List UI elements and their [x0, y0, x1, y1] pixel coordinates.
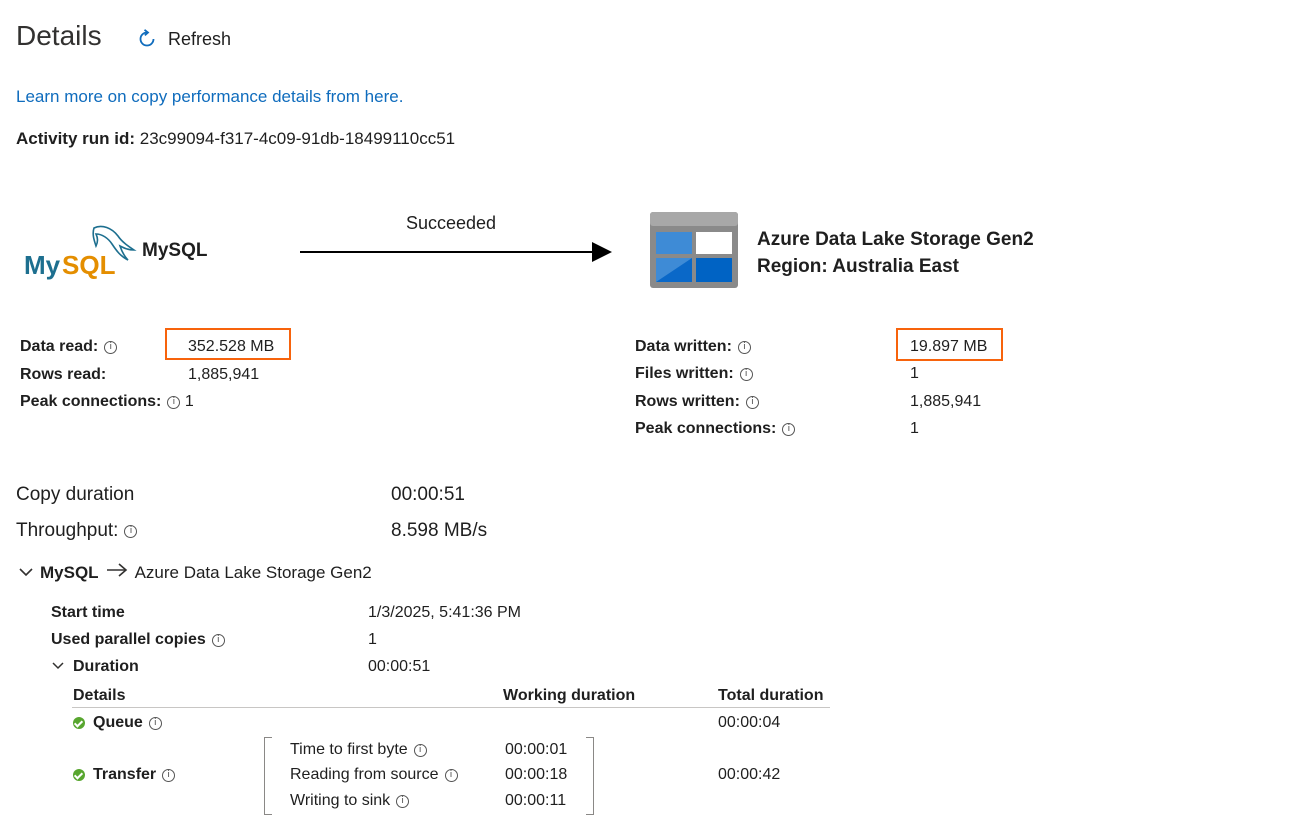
refresh-label: Refresh	[168, 28, 232, 49]
duration-label: Duration	[73, 658, 139, 675]
duration-value: 00:00:51	[368, 658, 431, 675]
data-written-value: 19.897 MB	[910, 338, 988, 355]
parallel-copies-row: Used parallel copies i	[51, 631, 225, 649]
chevron-down-icon[interactable]	[18, 563, 34, 583]
chevron-down-icon[interactable]	[51, 658, 65, 676]
parallel-copies-label: Used parallel copies	[51, 631, 206, 648]
activity-run-id-value: 23c99094-f317-4c09-91db-18499110cc51	[139, 129, 456, 148]
copy-duration-label: Copy duration	[16, 484, 135, 505]
copy-duration-value: 00:00:51	[391, 484, 465, 505]
source-peak-value: 1	[184, 393, 194, 410]
table-header-total: Total duration	[718, 687, 824, 704]
info-icon[interactable]: i	[124, 524, 138, 538]
throughput-row: Throughput: i	[16, 520, 138, 542]
mysql-logo-icon: My SQL	[24, 222, 140, 287]
copy-group-header[interactable]: MySQL Azure Data Lake Storage Gen2	[18, 562, 372, 583]
table-header-details: Details	[73, 687, 126, 704]
status-label: Succeeded	[406, 213, 497, 233]
queue-row: Queue i	[73, 714, 162, 732]
activity-run-id-label: Activity run id:	[16, 129, 136, 148]
step-row: Reading from source i	[290, 766, 458, 784]
refresh-icon	[136, 28, 158, 50]
transfer-row: Transfer i	[73, 766, 176, 784]
rows-written-row: Rows written: i	[635, 393, 759, 411]
rows-read-value: 1,885,941	[188, 366, 260, 383]
throughput-value: 8.598 MB/s	[391, 520, 488, 541]
table-header-working: Working duration	[503, 687, 636, 704]
group-source: MySQL	[40, 562, 99, 582]
step-label: Reading from source	[290, 766, 439, 783]
data-read-label: Data read:	[20, 338, 99, 355]
queue-total: 00:00:04	[718, 714, 781, 731]
source-peak-label: Peak connections:	[20, 393, 162, 410]
step-value: 00:00:11	[505, 792, 567, 809]
data-written-label: Data written:	[635, 338, 732, 355]
parallel-copies-value: 1	[368, 631, 377, 648]
bracket-left	[264, 737, 272, 815]
sink-region: Region: Australia East	[757, 256, 960, 277]
duration-toggle[interactable]: Duration	[51, 658, 139, 676]
success-check-icon	[73, 769, 85, 781]
sink-name: Azure Data Lake Storage Gen2 Region: Aus…	[757, 226, 1034, 280]
info-icon[interactable]: i	[148, 716, 162, 730]
step-value: 00:00:18	[505, 766, 568, 783]
svg-text:My: My	[24, 250, 61, 280]
data-read-row: Data read: i	[20, 338, 118, 356]
sink-title: Azure Data Lake Storage Gen2	[757, 229, 1034, 250]
info-icon[interactable]: i	[444, 768, 458, 782]
activity-run-id: Activity run id: 23c99094-f317-4c09-91db…	[16, 129, 455, 149]
info-icon[interactable]: i	[782, 422, 796, 436]
data-written-highlight: 19.897 MB	[896, 328, 1003, 361]
start-time-value: 1/3/2025, 5:41:36 PM	[368, 604, 521, 621]
info-icon[interactable]: i	[745, 395, 759, 409]
page-title: Details	[16, 20, 102, 51]
data-written-row: Data written: i	[635, 338, 751, 356]
files-written-row: Files written: i	[635, 365, 753, 383]
success-check-icon	[73, 717, 85, 729]
files-written-value: 1	[910, 365, 919, 382]
info-icon[interactable]: i	[737, 340, 751, 354]
info-icon[interactable]: i	[396, 794, 410, 808]
sink-peak-label: Peak connections:	[635, 420, 777, 437]
step-label: Writing to sink	[290, 792, 391, 809]
info-icon[interactable]: i	[211, 633, 225, 647]
source-name: MySQL	[142, 240, 208, 261]
step-label: Time to first byte	[290, 741, 408, 758]
queue-label: Queue	[93, 714, 143, 731]
rows-read-label: Rows read:	[20, 366, 107, 383]
rows-read-row: Rows read:	[20, 366, 106, 384]
rows-written-label: Rows written:	[635, 393, 740, 410]
data-read-value: 352.528 MB	[188, 338, 275, 355]
source-peak-row: Peak connections: i 1	[20, 393, 194, 411]
files-written-label: Files written:	[635, 365, 734, 382]
step-row: Writing to sink i	[290, 792, 410, 810]
svg-text:SQL: SQL	[62, 250, 116, 280]
info-icon[interactable]: i	[739, 367, 753, 381]
sink-peak-row: Peak connections: i	[635, 420, 796, 438]
group-sink: Azure Data Lake Storage Gen2	[134, 562, 372, 582]
transfer-label: Transfer	[93, 766, 157, 783]
arrow-right-icon	[105, 562, 129, 583]
step-value: 00:00:01	[505, 741, 568, 758]
bracket-right	[586, 737, 594, 815]
learn-more-link[interactable]: Learn more on copy performance details f…	[16, 87, 403, 107]
refresh-button[interactable]: Refresh	[136, 28, 231, 50]
info-icon[interactable]: i	[167, 395, 181, 409]
info-icon[interactable]: i	[413, 743, 427, 757]
step-row: Time to first byte i	[290, 741, 427, 759]
rows-written-value: 1,885,941	[910, 393, 982, 410]
data-read-highlight: 352.528 MB	[165, 328, 291, 360]
storage-icon	[650, 212, 738, 293]
info-icon[interactable]: i	[162, 768, 176, 782]
table-divider	[72, 707, 830, 708]
flow-arrow-icon	[300, 240, 614, 269]
info-icon[interactable]: i	[104, 340, 118, 354]
sink-peak-value: 1	[910, 420, 919, 437]
transfer-total: 00:00:42	[718, 766, 781, 783]
throughput-label: Throughput:	[16, 520, 119, 541]
start-time-label: Start time	[51, 604, 125, 621]
